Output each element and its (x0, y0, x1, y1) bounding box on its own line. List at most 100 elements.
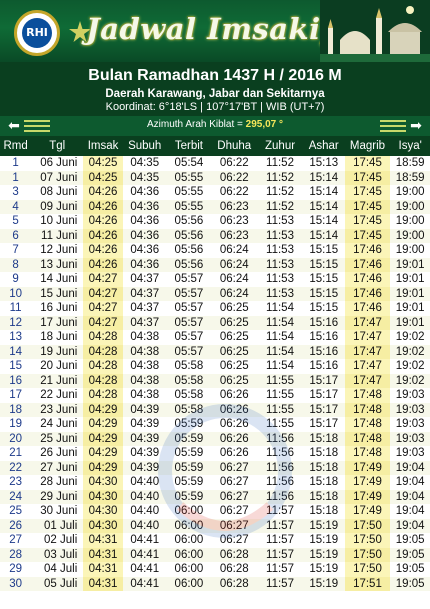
zuhur-cell: 11:57 (257, 533, 303, 548)
table-row: 28 03 Juli 04:31 04:41 06:00 06:28 11:57 15:19 1… (0, 547, 430, 562)
zuhur-cell: 11:53 (257, 257, 303, 272)
dhuha-cell: 06:27 (211, 489, 258, 504)
date-cell: 27 Juni (31, 460, 84, 475)
terbit-cell: 05:57 (166, 286, 212, 301)
magrib-cell: 17:47 (344, 359, 391, 374)
table-row: 23 28 Juni 04:30 04:40 05:59 06:27 11:56 15:18 1… (0, 475, 430, 490)
date-cell: 08 Juni (31, 185, 84, 200)
imsak-cell: 04:30 (83, 475, 123, 490)
magrib-cell: 17:45 (344, 228, 391, 243)
isya-cell: 19:05 (390, 533, 430, 548)
subuh-cell: 04:36 (122, 243, 167, 258)
dhuha-cell: 06:23 (211, 214, 258, 229)
magrib-cell: 17:48 (344, 446, 391, 461)
magrib-cell: 17:45 (344, 185, 391, 200)
dhuha-cell: 06:25 (211, 373, 258, 388)
zuhur-cell: 11:56 (257, 446, 303, 461)
isya-cell: 19:03 (390, 417, 430, 432)
subuh-cell: 04:38 (122, 330, 167, 345)
dhuha-cell: 06:25 (211, 330, 258, 345)
rmd-cell: 18 (0, 402, 32, 417)
imsak-cell: 04:31 (83, 547, 123, 562)
isya-cell: 19:00 (390, 199, 430, 214)
table-row: 13 18 Juni 04:28 04:38 05:57 06:25 11:54 15:16 1… (0, 330, 430, 345)
terbit-cell: 06:00 (166, 518, 212, 533)
rmd-cell: 4 (0, 199, 32, 214)
imsak-cell: 04:30 (83, 489, 123, 504)
zuhur-cell: 11:55 (257, 388, 303, 403)
arrow-right-icon[interactable]: ➡ (408, 118, 424, 134)
zuhur-cell: 11:52 (257, 185, 303, 200)
magrib-cell: 17:47 (344, 373, 391, 388)
terbit-cell: 05:55 (166, 199, 212, 214)
imsak-cell: 04:29 (83, 460, 123, 475)
table-row: 16 21 Juni 04:28 04:38 05:58 06:25 11:55 15:17 1… (0, 373, 430, 388)
date-cell: 26 Juni (31, 446, 84, 461)
ashar-cell: 15:16 (302, 315, 345, 330)
table-row: 11 16 Juni 04:27 04:37 05:57 06:25 11:54 15:15 1… (0, 301, 430, 316)
dhuha-cell: 06:27 (211, 504, 258, 519)
terbit-cell: 05:57 (166, 272, 212, 287)
zuhur-cell: 11:53 (257, 272, 303, 287)
terbit-cell: 05:59 (166, 417, 212, 432)
magrib-cell: 17:47 (344, 315, 391, 330)
ashar-cell: 15:15 (302, 257, 345, 272)
isya-cell: 19:02 (390, 330, 430, 345)
rmd-cell: 9 (0, 272, 32, 287)
col-header-rmd: Rmd (0, 136, 32, 156)
dhuha-cell: 06:25 (211, 315, 258, 330)
table-row: 9 14 Juni 04:27 04:37 05:57 06:24 11:53 15:15 17… (0, 272, 430, 287)
subuh-cell: 04:35 (122, 170, 167, 185)
magrib-cell: 17:50 (344, 518, 391, 533)
rmd-cell: 15 (0, 359, 32, 374)
zuhur-cell: 11:56 (257, 460, 303, 475)
imsak-cell: 04:28 (83, 330, 123, 345)
terbit-cell: 06:00 (166, 576, 212, 591)
rmd-cell: 25 (0, 504, 32, 519)
dhuha-cell: 06:26 (211, 446, 258, 461)
ashar-cell: 15:15 (302, 286, 345, 301)
ashar-cell: 15:15 (302, 301, 345, 316)
date-cell: 22 Juni (31, 388, 84, 403)
rmd-cell: 20 (0, 431, 32, 446)
rmd-cell: 19 (0, 417, 32, 432)
dhuha-cell: 06:24 (211, 257, 258, 272)
magrib-cell: 17:47 (344, 330, 391, 345)
date-cell: 09 Juni (31, 199, 84, 214)
isya-cell: 19:03 (390, 388, 430, 403)
terbit-cell: 05:59 (166, 460, 212, 475)
rmd-cell: 6 (0, 228, 32, 243)
subuh-cell: 04:35 (122, 156, 167, 171)
page-title: Bulan Ramadhan 1437 H / 2016 M (88, 67, 342, 84)
subuh-cell: 04:41 (122, 562, 167, 577)
ashar-cell: 15:14 (302, 199, 345, 214)
rmd-cell: 5 (0, 214, 32, 229)
zuhur-cell: 11:53 (257, 214, 303, 229)
terbit-cell: 05:59 (166, 489, 212, 504)
ashar-cell: 15:19 (302, 533, 345, 548)
imsak-cell: 04:28 (83, 373, 123, 388)
isya-cell: 19:04 (390, 489, 430, 504)
table-row: 15 20 Juni 04:28 04:38 05:58 06:25 11:54 15:16 1… (0, 359, 430, 374)
col-header-imsak: Imsak (83, 136, 123, 156)
terbit-cell: 05:55 (166, 185, 212, 200)
dhuha-cell: 06:25 (211, 301, 258, 316)
table-row: 19 24 Juni 04:29 04:39 05:59 06:26 11:55 15:17 1… (0, 417, 430, 432)
magrib-cell: 17:51 (344, 576, 391, 591)
zuhur-cell: 11:54 (257, 315, 303, 330)
dhuha-cell: 06:22 (211, 170, 258, 185)
isya-cell: 19:04 (390, 475, 430, 490)
zuhur-cell: 11:54 (257, 344, 303, 359)
table-row: 5 10 Juni 04:26 04:36 05:56 06:23 11:53 15:14 17… (0, 214, 430, 229)
terbit-cell: 06:00 (166, 504, 212, 519)
table-row: 12 17 Juni 04:27 04:37 05:57 06:25 11:54 15:16 1… (0, 315, 430, 330)
isya-cell: 19:00 (390, 228, 430, 243)
imsak-cell: 04:25 (83, 156, 123, 171)
magrib-cell: 17:48 (344, 431, 391, 446)
ashar-cell: 15:15 (302, 272, 345, 287)
table-row: 24 29 Juni 04:30 04:40 05:59 06:27 11:56 15:18 1… (0, 489, 430, 504)
rmd-cell: 8 (0, 257, 32, 272)
magrib-cell: 17:50 (344, 562, 391, 577)
zuhur-cell: 11:57 (257, 518, 303, 533)
terbit-cell: 05:57 (166, 344, 212, 359)
